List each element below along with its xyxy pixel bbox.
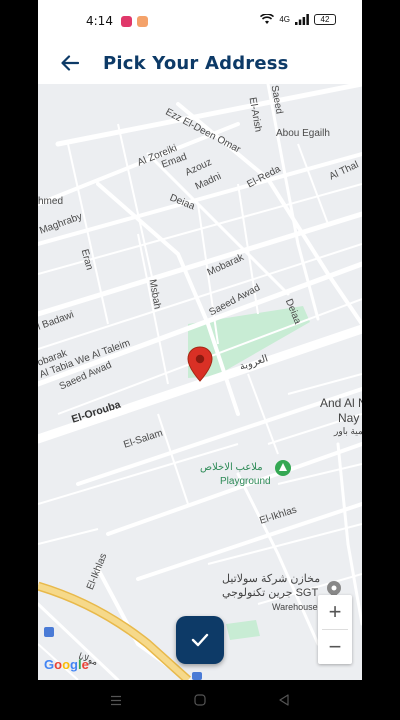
home-icon <box>194 694 206 706</box>
place-label: لمية باور <box>334 426 362 436</box>
street-label: hmed <box>38 196 64 207</box>
back-nav-button[interactable] <box>277 693 291 707</box>
system-nav-bar <box>0 680 400 720</box>
status-indicators: 4G 42 <box>260 14 336 25</box>
arrow-left-icon <box>61 55 79 71</box>
zoom-out-button[interactable]: − <box>318 630 352 664</box>
poi-label-playground[interactable]: Playground <box>220 476 271 487</box>
place-label: Warehouse <box>272 602 318 612</box>
back-button[interactable] <box>50 43 90 83</box>
place-label: Nay <box>338 411 360 425</box>
tree-icon <box>275 460 291 476</box>
wifi-icon <box>260 14 275 24</box>
transit-icon-2 <box>192 672 202 680</box>
page-title: Pick Your Address <box>103 52 289 74</box>
poi-label-ar: ملاعب الاخلاص <box>200 462 263 473</box>
street-label: Abou Egailh <box>276 128 330 139</box>
status-bar: 4:14 4G 42 <box>38 0 362 42</box>
map-pin-icon[interactable] <box>187 346 213 382</box>
zoom-controls: + − <box>318 595 352 664</box>
check-icon <box>191 633 209 647</box>
confirm-location-button[interactable] <box>176 616 224 664</box>
network-type-label: 4G <box>279 15 290 24</box>
battery-indicator: 42 <box>314 14 336 25</box>
map-view[interactable]: Ezz El-Deen Omar El-Arish Saeed Abou Ega… <box>38 84 362 680</box>
signal-icon <box>295 14 309 25</box>
menu-icon <box>111 695 121 705</box>
notification-icon-secondary <box>136 15 148 27</box>
notification-icon <box>120 15 132 27</box>
app-bar: Pick Your Address <box>38 42 362 84</box>
phone-screen: 4:14 4G 42 Pick Your Address Ezz El-Deen… <box>38 0 362 720</box>
zoom-in-button[interactable]: + <box>318 595 352 629</box>
status-time: 4:14 <box>86 14 113 28</box>
recents-button[interactable] <box>109 693 123 707</box>
home-button[interactable] <box>193 693 207 707</box>
triangle-back-icon <box>279 694 289 706</box>
place-label: جرين تكنولوجي SGT <box>222 587 319 599</box>
google-logo: Google <box>44 657 89 672</box>
place-label: And Al N <box>320 396 362 410</box>
place-label: مخازن شركة سولاتيل <box>222 573 321 585</box>
transit-icon <box>44 627 54 637</box>
